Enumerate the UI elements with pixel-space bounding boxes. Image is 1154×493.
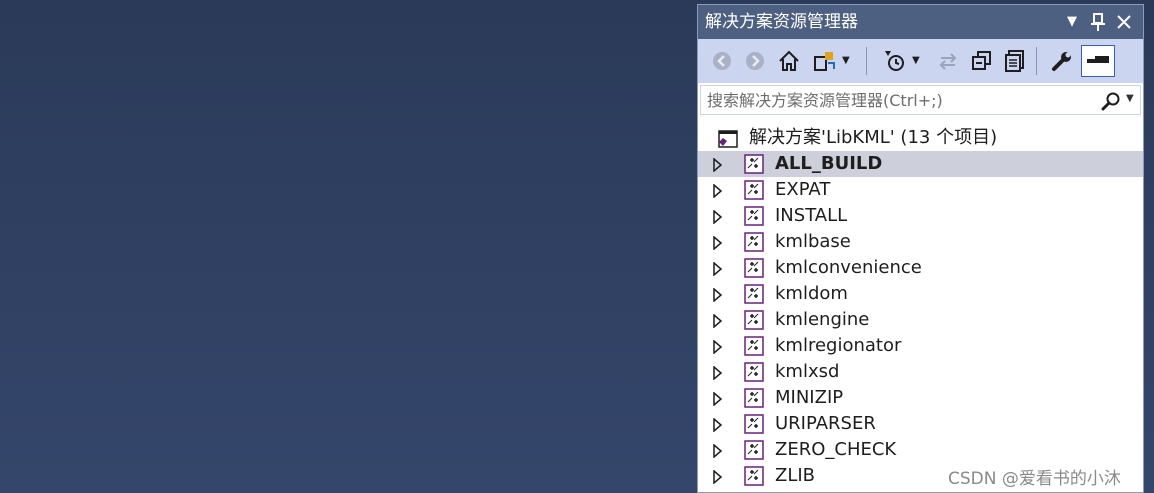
search-input[interactable]: [707, 89, 1087, 111]
cpp-project-icon: [744, 310, 764, 330]
expand-arrow-icon[interactable]: [712, 313, 724, 329]
switch-views-dropdown-icon[interactable]: ▼: [842, 49, 856, 73]
expand-arrow-icon[interactable]: [712, 287, 724, 303]
project-row[interactable]: kmldom: [698, 281, 1143, 307]
project-row[interactable]: URIPARSER: [698, 411, 1143, 437]
cpp-project-icon: [744, 154, 764, 174]
project-label: ALL_BUILD: [775, 153, 883, 174]
cpp-project-icon: [744, 414, 764, 434]
switch-views-icon[interactable]: [813, 49, 837, 73]
project-row[interactable]: EXPAT: [698, 177, 1143, 203]
home-icon[interactable]: [777, 49, 801, 73]
project-row[interactable]: MINIZIP: [698, 385, 1143, 411]
back-icon[interactable]: [710, 49, 734, 73]
show-all-files-icon[interactable]: [1003, 49, 1027, 73]
explorer-toolbar: ▼ ▼: [698, 39, 1143, 83]
project-label: ZLIB: [775, 465, 816, 486]
project-label: INSTALL: [775, 205, 848, 226]
chevron-down-icon[interactable]: ▼: [1062, 11, 1082, 33]
project-label: kmlengine: [775, 309, 870, 330]
project-row[interactable]: kmlbase: [698, 229, 1143, 255]
panel-titlebar[interactable]: 解决方案资源管理器 ▼: [698, 5, 1143, 39]
expand-arrow-icon[interactable]: [712, 365, 724, 381]
cpp-project-icon: [744, 206, 764, 226]
cpp-project-icon: [744, 440, 764, 460]
pin-icon[interactable]: [1088, 11, 1108, 33]
cpp-project-icon: [744, 232, 764, 252]
expand-arrow-icon[interactable]: [712, 443, 724, 459]
project-row[interactable]: ALL_BUILD: [698, 151, 1143, 177]
expand-arrow-icon[interactable]: [712, 157, 724, 173]
project-label: kmlxsd: [775, 361, 840, 382]
project-label: MINIZIP: [775, 387, 844, 408]
filter-dropdown-icon[interactable]: ▼: [912, 49, 926, 73]
project-label: kmldom: [775, 283, 848, 304]
cpp-project-icon: [744, 362, 764, 382]
solution-explorer-panel: 解决方案资源管理器 ▼ ▼ ▼ 搜索解决方案资源管理器(Ctrl+;) ▼ 解决…: [697, 4, 1144, 493]
forward-icon[interactable]: [743, 49, 767, 73]
watermark: CSDN @爱看书的小沐: [948, 469, 1121, 489]
expand-arrow-icon[interactable]: [712, 469, 724, 485]
expand-arrow-icon[interactable]: [712, 391, 724, 407]
close-icon[interactable]: [1114, 11, 1134, 33]
project-row[interactable]: ZERO_CHECK: [698, 437, 1143, 463]
cpp-project-icon: [744, 336, 764, 356]
toolbar-separator: [866, 47, 867, 75]
project-row[interactable]: kmlengine: [698, 307, 1143, 333]
project-label: kmlregionator: [775, 335, 902, 356]
preview-icon[interactable]: [1081, 45, 1115, 77]
search-options-dropdown-icon[interactable]: ▼: [1126, 93, 1134, 104]
cpp-project-icon: [744, 180, 764, 200]
wrench-icon[interactable]: [1050, 49, 1074, 73]
cpp-project-icon: [744, 258, 764, 278]
pending-changes-filter-icon[interactable]: [883, 49, 907, 73]
solution-icon: [717, 128, 739, 150]
project-label: kmlconvenience: [775, 257, 922, 278]
solution-label: 解决方案'LibKML' (13 个项目): [749, 127, 998, 148]
search-box[interactable]: ▼: [700, 85, 1141, 115]
panel-title: 解决方案资源管理器: [705, 12, 858, 32]
project-label: ZERO_CHECK: [775, 439, 897, 460]
project-label: URIPARSER: [775, 413, 876, 434]
expand-arrow-icon[interactable]: [712, 417, 724, 433]
expand-arrow-icon[interactable]: [712, 261, 724, 277]
cpp-project-icon: [744, 388, 764, 408]
cpp-project-icon: [744, 284, 764, 304]
expand-arrow-icon[interactable]: [712, 209, 724, 225]
project-label: kmlbase: [775, 231, 851, 252]
project-row[interactable]: kmlconvenience: [698, 255, 1143, 281]
search-icon[interactable]: [1101, 91, 1121, 111]
sync-icon[interactable]: [936, 49, 960, 73]
project-row[interactable]: kmlxsd: [698, 359, 1143, 385]
project-row[interactable]: INSTALL: [698, 203, 1143, 229]
project-row[interactable]: kmlregionator: [698, 333, 1143, 359]
collapse-all-icon[interactable]: [970, 49, 994, 73]
expand-arrow-icon[interactable]: [712, 235, 724, 251]
project-label: EXPAT: [775, 179, 831, 200]
toolbar-separator: [1036, 47, 1037, 75]
expand-arrow-icon[interactable]: [712, 183, 724, 199]
solution-node[interactable]: 解决方案'LibKML' (13 个项目): [698, 125, 1143, 151]
expand-arrow-icon[interactable]: [712, 339, 724, 355]
cpp-project-icon: [744, 466, 764, 486]
